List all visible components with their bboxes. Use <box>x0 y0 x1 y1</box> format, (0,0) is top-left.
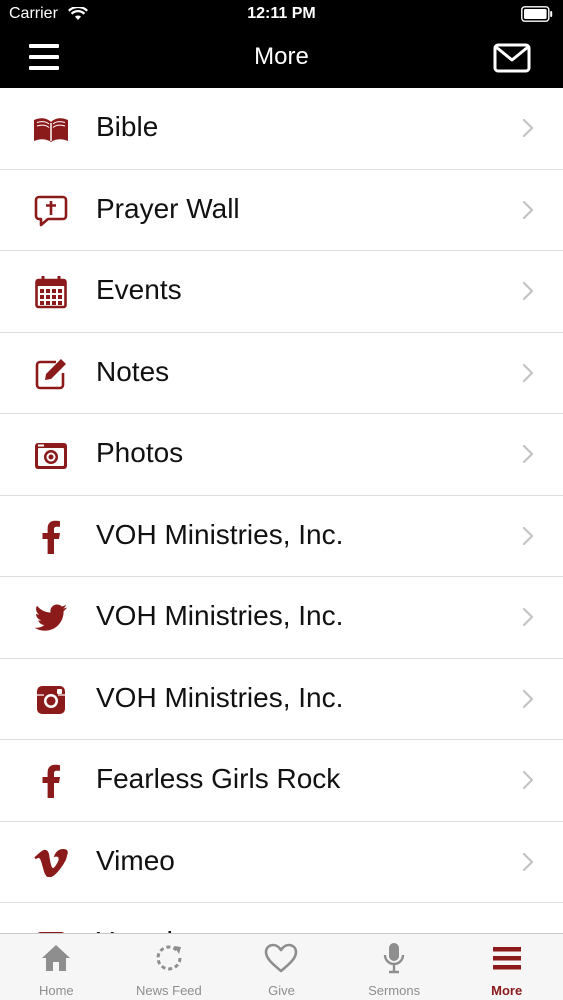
instagram-icon <box>32 681 70 719</box>
chevron-right-icon <box>522 607 534 627</box>
status-bar: Carrier 12:11 PM <box>0 0 563 30</box>
menu-item-label: Youtube <box>96 926 198 933</box>
page-title: More <box>254 43 309 70</box>
menu-item-label: VOH Ministries, Inc. <box>96 518 344 550</box>
tab-sermons[interactable]: Sermons <box>338 934 451 1000</box>
tab-home[interactable]: Home <box>0 934 113 1000</box>
chevron-right-icon <box>522 770 534 790</box>
microphone-icon <box>377 941 411 975</box>
chevron-right-icon <box>522 200 534 219</box>
menu-item-label: Vimeo <box>96 844 175 876</box>
menu-item-prayer-wall[interactable]: Prayer Wall <box>0 170 563 251</box>
menu-item-label: Prayer Wall <box>96 192 240 224</box>
tab-news-feed[interactable]: News Feed <box>113 934 226 1000</box>
prayer-wall-icon <box>32 192 70 230</box>
tab-more[interactable]: More <box>450 934 563 1000</box>
chevron-right-icon <box>522 689 534 708</box>
chevron-right-icon <box>522 526 534 545</box>
tab-label: Home <box>38 983 74 998</box>
menu-item-label: Bible <box>96 111 159 142</box>
menu-item-label: Notes <box>96 355 170 387</box>
refresh-icon <box>152 941 186 975</box>
menu-item-voh-ministries-inc[interactable]: VOH Ministries, Inc. <box>0 496 563 577</box>
menu-item-notes[interactable]: Notes <box>0 333 563 414</box>
menu-item-voh-ministries-inc[interactable]: VOH Ministries, Inc. <box>0 659 563 740</box>
menu-item-youtube[interactable]: Youtube <box>0 903 563 933</box>
menu-icon <box>490 941 524 975</box>
tab-label: Give <box>268 983 295 998</box>
menu-item-bible[interactable]: Bible <box>0 88 563 170</box>
more-menu-list: Bible Prayer Wall Events Notes Photos VOH Min… <box>0 88 563 933</box>
top-bar: Carrier 12:11 PM More <box>0 0 563 88</box>
camera-icon <box>32 436 70 474</box>
notes-edit-icon <box>32 355 70 393</box>
mail-icon[interactable] <box>493 43 531 73</box>
menu-item-label: VOH Ministries, Inc. <box>96 600 344 631</box>
status-time: 12:11 PM <box>247 5 316 22</box>
facebook-icon <box>32 518 70 556</box>
tab-give[interactable]: Give <box>225 934 338 1000</box>
tab-label: More <box>491 983 523 998</box>
tab-bar: Home News Feed Give Sermons More <box>0 933 563 1000</box>
nav-bar: More <box>0 30 563 88</box>
menu-item-label: Events <box>96 274 182 305</box>
tab-label: News Feed <box>136 983 202 998</box>
bible-icon <box>32 110 70 148</box>
tab-label: Sermons <box>368 983 421 998</box>
menu-item-photos[interactable]: Photos <box>0 414 563 496</box>
menu-item-label: VOH Ministries, Inc. <box>96 681 344 713</box>
youtube-icon <box>32 925 70 933</box>
menu-item-fearless-girls-rock[interactable]: Fearless Girls Rock <box>0 740 563 822</box>
menu-item-vimeo[interactable]: Vimeo <box>0 822 563 903</box>
home-icon <box>39 941 73 975</box>
chevron-right-icon <box>522 444 534 464</box>
chevron-right-icon <box>522 852 534 871</box>
menu-item-label: Fearless Girls Rock <box>96 763 341 794</box>
heart-icon <box>264 941 298 975</box>
menu-item-events[interactable]: Events <box>0 251 563 333</box>
chevron-right-icon <box>522 363 534 382</box>
battery-icon <box>521 6 553 22</box>
twitter-icon <box>32 599 70 637</box>
facebook-icon <box>32 762 70 800</box>
calendar-icon <box>32 273 70 311</box>
menu-item-voh-ministries-inc[interactable]: VOH Ministries, Inc. <box>0 577 563 659</box>
chevron-right-icon <box>522 118 534 138</box>
vimeo-icon <box>32 844 70 882</box>
chevron-right-icon <box>522 281 534 301</box>
menu-item-label: Photos <box>96 437 184 468</box>
